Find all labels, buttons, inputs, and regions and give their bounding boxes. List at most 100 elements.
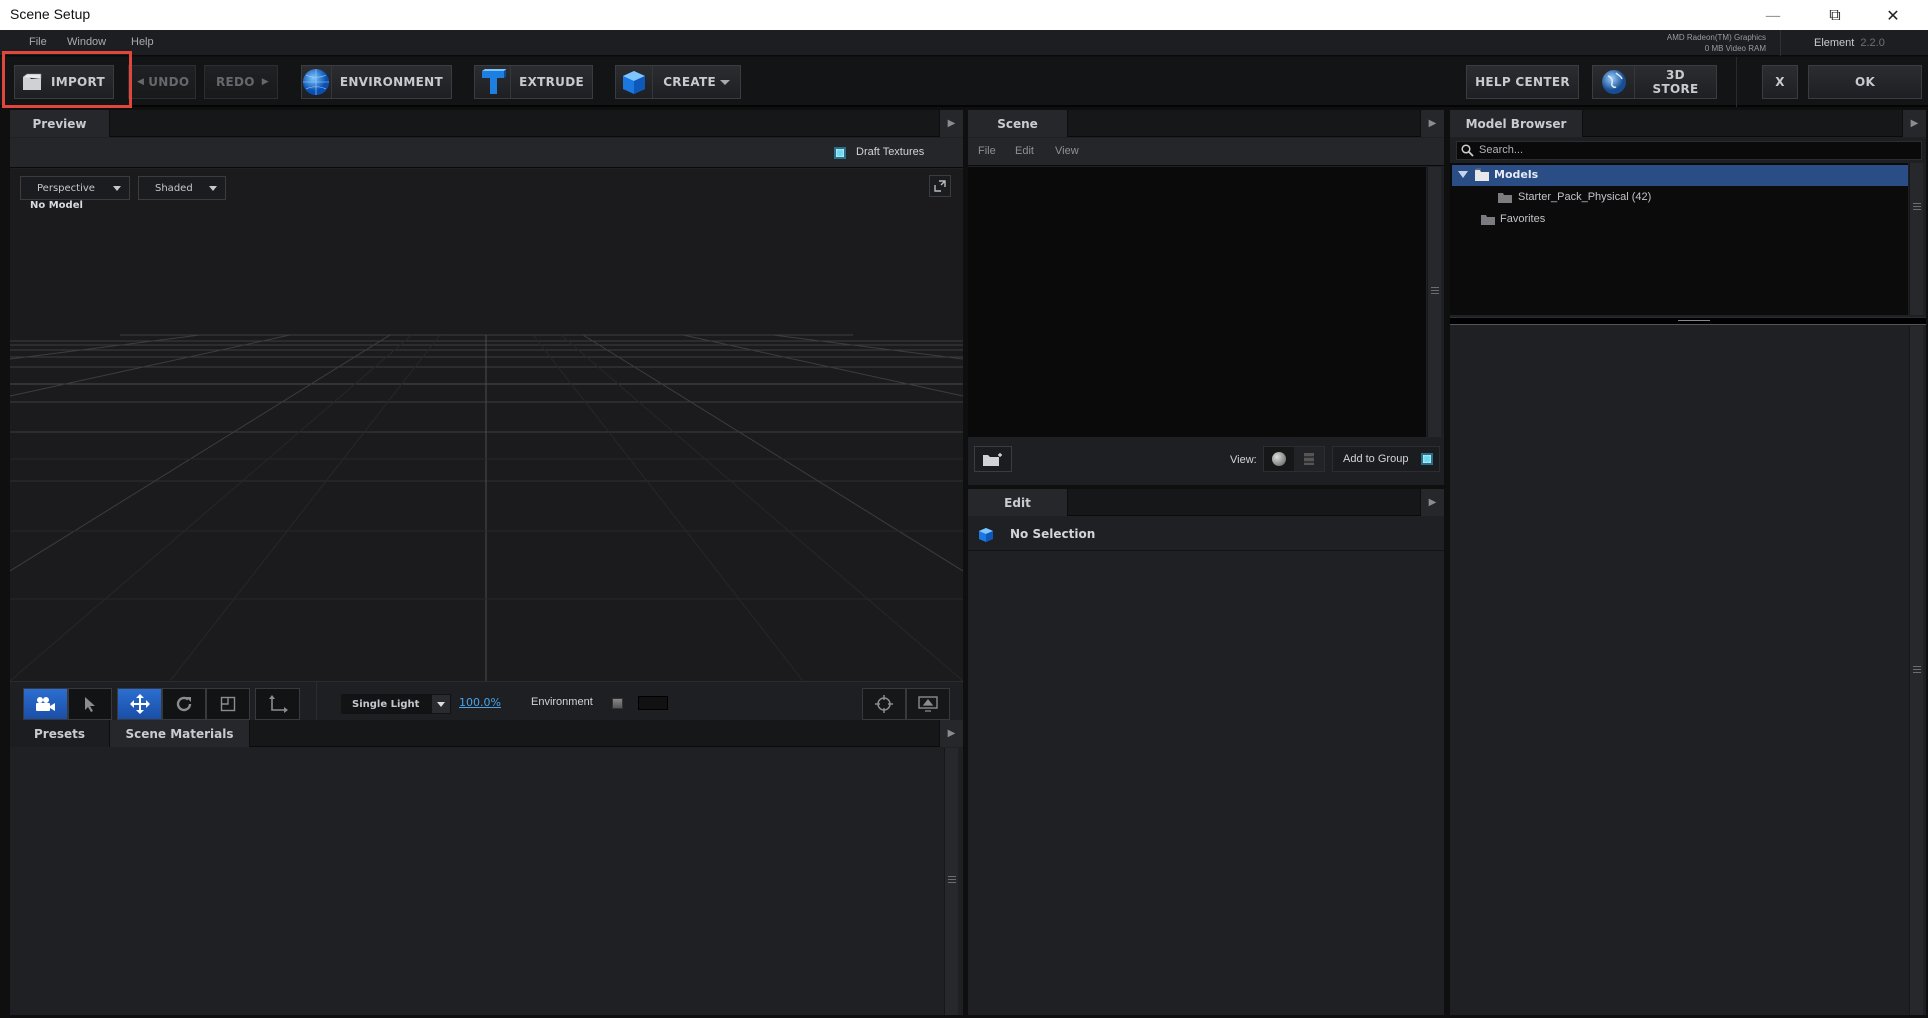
monitor-icon [918, 696, 938, 712]
model-thumbnails-area [1450, 326, 1908, 1015]
materials-panel: Presets Scene Materials ▶ [10, 720, 963, 1015]
view-mode-dropdown[interactable]: Perspective [20, 176, 130, 200]
model-browser-panel: Model Browser ▶ Search... Models Starter… [1450, 110, 1926, 1015]
splitter-grip-icon [1678, 320, 1710, 321]
environment-button[interactable]: ENVIRONMENT [301, 65, 452, 99]
tab-model-browser[interactable]: Model Browser [1450, 110, 1583, 137]
environment-color-swatch[interactable] [638, 696, 668, 710]
model-thumbnails-scrollbar[interactable] [1909, 326, 1923, 1015]
help-center-label: HELP CENTER [1475, 75, 1570, 89]
select-tool-button[interactable] [68, 688, 112, 720]
scene-menu-edit[interactable]: Edit [1015, 145, 1034, 157]
render-view-button[interactable] [906, 688, 950, 720]
model-tree: Models Starter_Pack_Physical (42) Favori… [1450, 163, 1908, 315]
scene-menu-file[interactable]: File [978, 145, 996, 157]
rotate-tool-button[interactable] [162, 688, 206, 720]
highlight-box [2, 51, 132, 108]
create-button[interactable]: CREATE [615, 65, 741, 99]
cancel-button[interactable]: X [1762, 65, 1798, 99]
camera-icon [35, 697, 55, 711]
scene-panel: Scene ▶ File Edit View View: Add to Grou… [968, 110, 1444, 485]
shade-mode-dropdown[interactable]: Shaded [138, 176, 226, 200]
help-center-button[interactable]: HELP CENTER [1466, 65, 1579, 99]
divider [1780, 30, 1781, 56]
create-label: CREATE [663, 75, 716, 89]
panel-menu-arrow-icon[interactable]: ▶ [1420, 110, 1444, 137]
scene-scrollbar[interactable] [1427, 167, 1441, 437]
gpu-vram: 0 MB Video RAM [1704, 44, 1766, 53]
maximize-viewport-button[interactable] [929, 175, 951, 197]
light-intensity-link[interactable]: 100.0% [459, 696, 501, 709]
menu-help[interactable]: Help [131, 36, 154, 48]
search-field[interactable]: Search... [1456, 141, 1922, 160]
redo-label: REDO [215, 75, 255, 89]
extrude-label: EXTRUDE [519, 75, 584, 89]
extrude-t-icon [475, 66, 512, 98]
tree-item-models[interactable]: Models [1452, 165, 1908, 186]
tree-item-label: Favorites [1500, 213, 1546, 225]
focus-button[interactable] [862, 688, 906, 720]
materials-scrollbar[interactable] [944, 748, 958, 1015]
preview-options-bar: Draft Textures [10, 138, 963, 168]
light-mode-value: Single Light [352, 698, 420, 710]
panel-menu-arrow-icon[interactable]: ▶ [1420, 489, 1444, 516]
earth-icon [1593, 66, 1635, 98]
splitter-handle[interactable] [1450, 317, 1926, 325]
new-folder-icon [983, 453, 1002, 466]
menu-window[interactable]: Window [67, 36, 106, 48]
tree-item-favorites[interactable]: Favorites [1452, 209, 1908, 230]
light-mode-dropdown[interactable]: Single Light [341, 694, 451, 714]
new-group-button[interactable] [974, 446, 1012, 472]
extrude-button[interactable]: EXTRUDE [474, 65, 593, 99]
scene-footer: View: Add to Group [968, 438, 1444, 485]
tab-preview[interactable]: Preview [10, 110, 110, 137]
tab-edit[interactable]: Edit [968, 489, 1068, 516]
ok-button[interactable]: OK [1808, 65, 1922, 99]
3d-store-button[interactable]: 3D STORE [1592, 65, 1717, 99]
view-toggle [1263, 446, 1325, 472]
tab-presets[interactable]: Presets [10, 720, 110, 747]
panel-menu-arrow-icon[interactable]: ▶ [1902, 110, 1926, 137]
environment-checkbox[interactable] [612, 698, 623, 709]
expand-triangle-icon[interactable] [1458, 171, 1468, 178]
pointer-icon [85, 697, 95, 712]
selection-status: No Selection [1010, 527, 1096, 541]
draft-textures-checkbox[interactable] [834, 147, 846, 159]
restore-button[interactable]: ⧉ [1808, 0, 1862, 30]
view-sphere-button[interactable] [1264, 447, 1294, 471]
scene-tree[interactable] [968, 167, 1426, 437]
scale-tool-button[interactable] [206, 688, 250, 720]
folder-icon [1481, 215, 1495, 225]
undo-button[interactable]: ◀ UNDO [128, 65, 196, 99]
add-to-group-checkbox[interactable] [1421, 453, 1433, 465]
view-cubes-button[interactable] [1294, 447, 1324, 471]
environment-label: ENVIRONMENT [339, 75, 443, 89]
add-to-group-button[interactable]: Add to Group [1332, 446, 1440, 472]
search-bar: Search... [1450, 138, 1926, 162]
menu-file[interactable]: File [29, 36, 47, 48]
3d-store-label: 3D STORE [1652, 68, 1699, 96]
redo-arrow-icon: ▶ [261, 77, 269, 87]
view-mode-value: Perspective [37, 182, 95, 194]
chevron-down-icon [113, 186, 121, 191]
tree-item-starter-pack[interactable]: Starter_Pack_Physical (42) [1452, 187, 1908, 208]
minimize-button[interactable]: — [1746, 0, 1800, 30]
panel-menu-arrow-icon[interactable]: ▶ [939, 720, 963, 747]
tab-scene-materials[interactable]: Scene Materials [110, 720, 250, 747]
version-number: 2.2.0 [1860, 37, 1885, 49]
materials-tab-bar: Presets Scene Materials ▶ [10, 720, 963, 747]
3d-viewport[interactable]: Perspective Shaded No Model [10, 169, 963, 681]
tab-scene[interactable]: Scene [968, 110, 1068, 137]
move-tool-button[interactable] [117, 688, 162, 720]
axis-icon [268, 695, 288, 713]
panel-menu-arrow-icon[interactable]: ▶ [939, 110, 963, 137]
scroll-grip-icon [1913, 203, 1921, 212]
close-window-button[interactable]: ✕ [1866, 0, 1920, 30]
sphere-icon [1272, 452, 1287, 466]
redo-button[interactable]: REDO ▶ [204, 65, 278, 99]
model-tree-scrollbar[interactable] [1909, 163, 1923, 315]
undo-label: UNDO [148, 75, 190, 89]
scene-menu-view[interactable]: View [1055, 145, 1079, 157]
camera-tool-button[interactable] [23, 688, 68, 720]
axis-tool-button[interactable] [255, 688, 300, 720]
